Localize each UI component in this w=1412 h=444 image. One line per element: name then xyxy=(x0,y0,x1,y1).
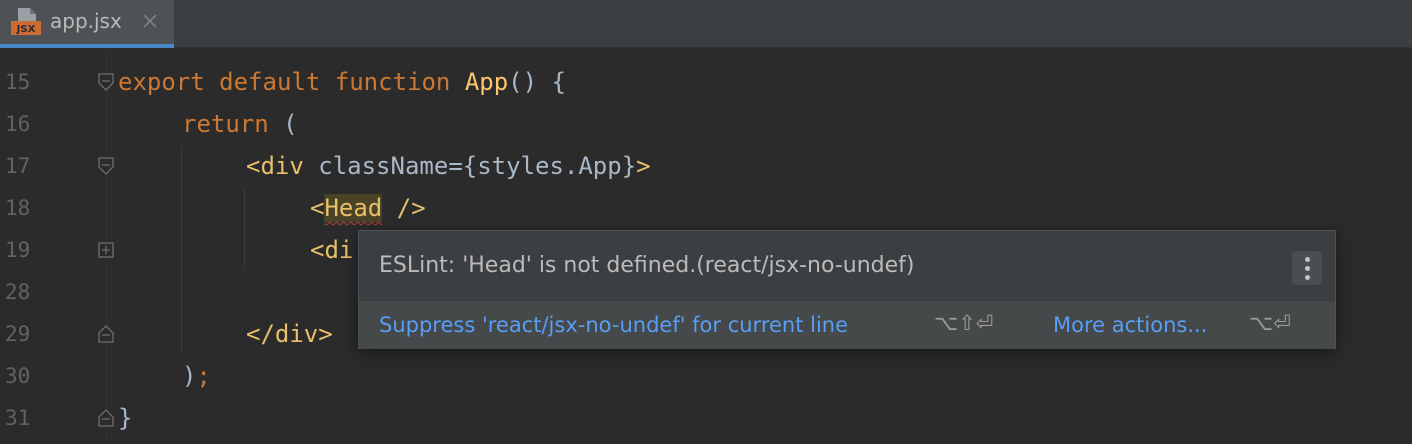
fold-expand-icon[interactable] xyxy=(97,240,115,260)
fold-open-icon[interactable] xyxy=(97,72,115,92)
code-line-19: <di xyxy=(310,229,353,271)
fold-open-icon[interactable] xyxy=(97,156,115,176)
eslint-error-popup: ESLint: 'Head' is not defined.(react/jsx… xyxy=(358,230,1336,349)
tag-name: di xyxy=(324,236,354,264)
keyword: return xyxy=(182,110,269,138)
code-line-17: <div className={styles.App}> xyxy=(246,145,651,187)
line-number: 15 xyxy=(5,70,31,94)
line-number: 18 xyxy=(5,196,31,220)
error-message: ESLint: 'Head' is not defined.(react/jsx… xyxy=(379,253,915,278)
tag-name: div xyxy=(260,152,304,180)
editor-tab-bar: JSX app.jsx xyxy=(0,0,1412,48)
tag-bracket: < xyxy=(246,152,261,180)
indent-guide xyxy=(244,188,245,270)
tag-bracket: > xyxy=(636,152,651,180)
keyword: default xyxy=(219,68,321,96)
tag-bracket: > xyxy=(318,320,333,348)
more-actions-shortcut: ⌥⏎ xyxy=(1249,311,1291,335)
tag-bracket: </ xyxy=(246,320,275,348)
line-number: 17 xyxy=(5,154,31,178)
close-icon[interactable] xyxy=(141,12,159,30)
code-text: = xyxy=(448,152,463,180)
code-line-15: export default function App() { xyxy=(118,61,566,103)
code-text: () { xyxy=(508,68,566,96)
line-number: 31 xyxy=(5,406,31,430)
code-line-30: ); xyxy=(182,355,211,397)
keyword: function xyxy=(334,68,451,96)
attribute-name: className xyxy=(303,152,449,180)
code-line-18: <Head /> xyxy=(310,187,426,229)
code-line-31: } xyxy=(118,397,132,439)
suppress-shortcut: ⌥⇧⏎ xyxy=(934,311,994,335)
tab-app-jsx[interactable]: JSX app.jsx xyxy=(0,0,174,48)
code-text: ( xyxy=(268,110,298,138)
jsx-badge: JSX xyxy=(16,24,36,35)
code-text: {styles.App} xyxy=(462,152,637,180)
more-actions-link[interactable]: More actions... xyxy=(1053,313,1207,337)
more-options-icon[interactable] xyxy=(1292,251,1322,285)
code-line-16: return ( xyxy=(182,103,298,145)
fold-close-icon[interactable] xyxy=(97,324,115,344)
undefined-component-error: Head xyxy=(324,194,383,222)
indent-guide xyxy=(181,146,182,353)
keyword: export xyxy=(118,68,205,96)
jsx-file-icon: JSX xyxy=(11,8,41,35)
code-text: ) xyxy=(182,362,197,390)
tab-label: app.jsx xyxy=(50,9,122,33)
line-number: 16 xyxy=(5,112,31,136)
suppress-rule-link[interactable]: Suppress 'react/jsx-no-undef' for curren… xyxy=(379,313,848,337)
line-number: 30 xyxy=(5,364,31,388)
function-name: App xyxy=(464,68,509,96)
fold-close-icon[interactable] xyxy=(97,408,115,428)
tag-name: div xyxy=(274,320,319,348)
tag-bracket: < xyxy=(310,236,325,264)
code-line-29: </div> xyxy=(246,313,333,355)
code-text: } xyxy=(118,404,133,432)
semicolon: ; xyxy=(196,362,211,390)
line-number: 29 xyxy=(5,322,31,346)
tag-bracket: /> xyxy=(382,194,426,222)
popup-actions: Suppress 'react/jsx-no-undef' for curren… xyxy=(359,301,1335,349)
tag-bracket: < xyxy=(310,194,325,222)
line-number: 19 xyxy=(5,238,31,262)
line-number: 28 xyxy=(5,280,31,304)
